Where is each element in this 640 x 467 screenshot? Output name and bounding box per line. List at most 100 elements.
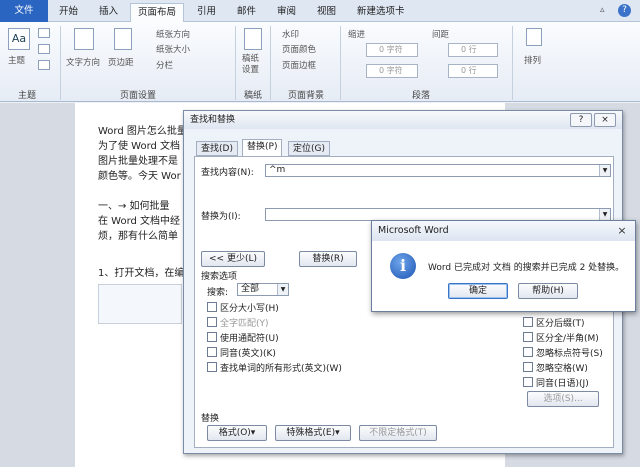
ok-button[interactable]: 确定 bbox=[448, 283, 508, 299]
tab-page-layout[interactable]: 页面布局 bbox=[130, 3, 185, 22]
msgbox-title-bar: Microsoft Word × bbox=[372, 221, 635, 241]
page-setup-group-label: 页面设置 bbox=[120, 91, 157, 101]
indent-left-input[interactable]: 0 字符 bbox=[366, 43, 418, 57]
dialog-close-button[interactable]: × bbox=[594, 113, 616, 127]
no-format-button[interactable]: 不限定格式(T) bbox=[359, 425, 437, 441]
word-message-box: Microsoft Word × i Word 已完成对 文档 的搜索并已完成 … bbox=[371, 220, 636, 312]
spacing-after-input[interactable]: 0 行 bbox=[448, 64, 498, 78]
ignore-punctuation-checkbox[interactable]: 忽略标点符号(S) bbox=[523, 346, 603, 359]
minimize-ribbon-icon[interactable]: ▵ bbox=[600, 5, 612, 17]
manuscript-icon[interactable] bbox=[244, 28, 262, 50]
doc-line: 为了使 Word 文档 bbox=[98, 141, 181, 152]
replace-button[interactable]: 替换(R) bbox=[299, 251, 357, 267]
search-direction-value: 全部 bbox=[241, 284, 260, 294]
arrange-label[interactable]: 排列 bbox=[524, 54, 541, 66]
doc-line: 颜色等。今天 Wor bbox=[98, 171, 181, 182]
tab-view[interactable]: 视图 bbox=[310, 3, 343, 22]
search-options-label: 搜索选项 bbox=[201, 272, 238, 282]
replace-section-label: 替换 bbox=[201, 414, 220, 424]
columns-button[interactable]: 分栏 bbox=[156, 59, 173, 71]
theme-effects-icon[interactable] bbox=[38, 60, 50, 70]
tab-review[interactable]: 审阅 bbox=[270, 3, 303, 22]
sounds-like-checkbox[interactable]: 同音(英文)(K) bbox=[207, 346, 276, 359]
doc-line: 图片批量处理不是 bbox=[98, 156, 178, 167]
search-direction-select[interactable]: 全部 ▼ bbox=[237, 283, 289, 296]
dropdown-arrow-icon[interactable]: ▼ bbox=[277, 284, 288, 295]
theme-label[interactable]: 主题 bbox=[8, 54, 25, 66]
special-format-button[interactable]: 特殊格式(E)▾ bbox=[275, 425, 351, 441]
options-button[interactable]: 选项(S)... bbox=[527, 391, 599, 407]
msgbox-help-button[interactable]: 帮助(H) bbox=[518, 283, 578, 299]
group-separator bbox=[60, 26, 61, 100]
page-color-button[interactable]: 页面颜色 bbox=[282, 43, 316, 55]
group-separator bbox=[270, 26, 271, 100]
margins-icon[interactable] bbox=[114, 28, 132, 50]
margins-label[interactable]: 页边距 bbox=[108, 56, 134, 68]
theme-group-label: 主题 bbox=[18, 91, 37, 101]
wildcards-checkbox[interactable]: 使用通配符(U) bbox=[207, 331, 279, 344]
indent-label: 缩进 bbox=[348, 30, 366, 40]
find-label: 查找内容(N): bbox=[201, 168, 254, 178]
find-value: ^m bbox=[269, 165, 286, 175]
tab-replace[interactable]: 替换(P) bbox=[242, 139, 283, 157]
tab-new[interactable]: 新建选项卡 bbox=[350, 3, 412, 22]
match-suffix-checkbox[interactable]: 区分后缀(T) bbox=[523, 316, 585, 329]
format-button[interactable]: 格式(O)▾ bbox=[207, 425, 267, 441]
tab-home[interactable]: 开始 bbox=[52, 3, 85, 22]
msgbox-close-button[interactable]: × bbox=[614, 224, 630, 238]
theme-colors-icon[interactable] bbox=[38, 28, 50, 38]
doc-line: 烦，那有什么简单 bbox=[98, 231, 178, 242]
text-direction-label[interactable]: 文字方向 bbox=[66, 56, 100, 68]
ribbon-tab-bar: 文件 开始 插入 页面布局 引用 邮件 审阅 视图 新建选项卡 ▵ ? bbox=[0, 0, 640, 22]
spacing-label: 间距 bbox=[432, 30, 450, 40]
dialog-title: 查找和替换 bbox=[190, 115, 236, 125]
help-icon[interactable]: ? bbox=[618, 4, 631, 17]
less-button[interactable]: << 更少(L) bbox=[201, 251, 265, 267]
msgbox-message: Word 已完成对 文档 的搜索并已完成 2 处替换。 bbox=[428, 263, 625, 273]
whole-word-checkbox[interactable]: 全字匹配(Y) bbox=[207, 316, 269, 329]
tab-references[interactable]: 引用 bbox=[190, 3, 223, 22]
doc-line: 在 Word 文档中经 bbox=[98, 216, 181, 227]
arrange-icon[interactable] bbox=[526, 28, 542, 46]
indent-right-input[interactable]: 0 字符 bbox=[366, 64, 418, 78]
tab-mailings[interactable]: 邮件 bbox=[230, 3, 263, 22]
paragraph-group-label: 段落 bbox=[412, 91, 431, 101]
orientation-button[interactable]: 纸张方向 bbox=[156, 28, 190, 40]
tab-file[interactable]: 文件 bbox=[0, 0, 48, 22]
find-input[interactable]: ^m ▼ bbox=[265, 164, 611, 177]
all-word-forms-checkbox[interactable]: 查找单词的所有形式(英文)(W) bbox=[207, 361, 342, 374]
group-separator bbox=[512, 26, 513, 100]
watermark-button[interactable]: 水印 bbox=[282, 28, 299, 40]
size-button[interactable]: 纸张大小 bbox=[156, 43, 190, 55]
group-separator bbox=[340, 26, 341, 100]
doc-line: 一、→ 如何批量 bbox=[98, 201, 170, 212]
manuscript-label[interactable]: 稿纸 设置 bbox=[242, 54, 259, 76]
msgbox-title: Microsoft Word bbox=[378, 225, 449, 236]
page-bg-group-label: 页面背景 bbox=[288, 91, 325, 101]
tab-find[interactable]: 查找(D) bbox=[196, 141, 238, 156]
msgbox-body: i Word 已完成对 文档 的搜索并已完成 2 处替换。 确定 帮助(H) bbox=[372, 241, 635, 311]
page-border-button[interactable]: 页面边框 bbox=[282, 59, 316, 71]
replace-label: 替换为(I): bbox=[201, 212, 241, 222]
theme-icon[interactable]: Aa bbox=[8, 28, 30, 50]
doc-embedded-screenshot bbox=[98, 284, 182, 324]
ribbon: Aa 主题 主题 文字方向 页边距 纸张方向 纸张大小 分栏 页面设置 稿纸 设… bbox=[0, 22, 640, 102]
information-icon: i bbox=[390, 253, 416, 279]
theme-fonts-icon[interactable] bbox=[38, 44, 50, 54]
dropdown-arrow-icon[interactable]: ▼ bbox=[599, 209, 610, 220]
tab-goto[interactable]: 定位(G) bbox=[288, 141, 330, 156]
dialog-title-bar: 查找和替换 ? × bbox=[184, 111, 622, 129]
ignore-space-checkbox[interactable]: 忽略空格(W) bbox=[523, 361, 588, 374]
manuscript-group-label: 稿纸 bbox=[244, 91, 263, 101]
tab-insert[interactable]: 插入 bbox=[92, 3, 125, 22]
spacing-before-input[interactable]: 0 行 bbox=[448, 43, 498, 57]
sounds-like-japanese-checkbox[interactable]: 同音(日语)(J) bbox=[523, 376, 589, 389]
dropdown-arrow-icon[interactable]: ▼ bbox=[599, 165, 610, 176]
doc-line: Word 图片怎么批量 bbox=[98, 126, 187, 137]
match-width-checkbox[interactable]: 区分全/半角(M) bbox=[523, 331, 599, 344]
dialog-help-button[interactable]: ? bbox=[570, 113, 592, 127]
text-direction-icon[interactable] bbox=[74, 28, 94, 50]
doc-line: 1、打开文档，在编 bbox=[98, 268, 185, 279]
match-case-checkbox[interactable]: 区分大小写(H) bbox=[207, 301, 279, 314]
group-separator bbox=[235, 26, 236, 100]
